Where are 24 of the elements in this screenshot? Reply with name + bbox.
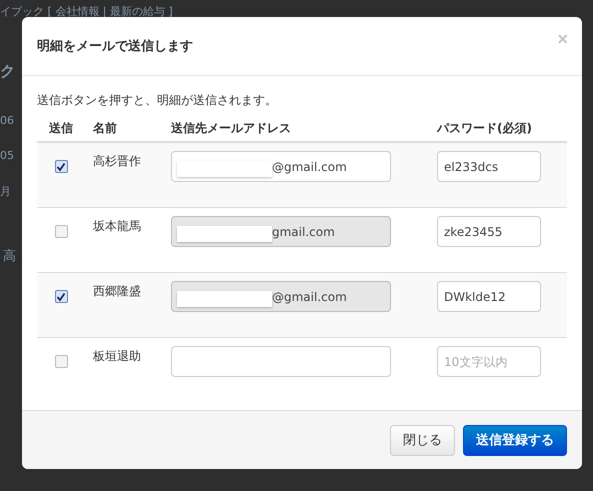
checkbox[interactable] bbox=[54, 160, 68, 173]
checkbox[interactable] bbox=[54, 355, 68, 368]
month-label: 05 bbox=[0, 149, 15, 162]
submit-button[interactable]: 送信登録する bbox=[463, 424, 567, 456]
checkbox[interactable] bbox=[54, 225, 68, 238]
checkbox[interactable] bbox=[54, 290, 68, 303]
name-text: 高杉晋作 bbox=[93, 153, 141, 170]
password-field[interactable]: 10文字以内 bbox=[437, 346, 541, 377]
password-field[interactable]: zke23455 bbox=[437, 216, 541, 247]
close-dialog-button[interactable]: 閉じる bbox=[390, 424, 455, 456]
email-field[interactable] bbox=[171, 346, 391, 377]
page-heading: ク bbox=[0, 62, 16, 82]
password-field[interactable]: DWklde12 bbox=[437, 281, 541, 312]
description-text: 送信ボタンを押すと、明細が送信されます。 bbox=[37, 92, 278, 109]
nav-links: イブック [ 会社情報 | 最新の給与 ] bbox=[0, 4, 173, 18]
month-label: 06 bbox=[0, 114, 15, 127]
name-text: 西郷隆盛 bbox=[93, 283, 141, 300]
password-field[interactable]: el233dcs bbox=[437, 151, 541, 182]
month-label: 月 bbox=[0, 184, 12, 199]
name-text: 坂本龍馬 bbox=[93, 218, 141, 235]
dialog-title: 明細をメールで送信します bbox=[37, 38, 193, 55]
table-cell-text: 高 bbox=[3, 248, 17, 265]
name-text: 板垣退助 bbox=[93, 348, 141, 365]
email-field[interactable]: @gmail.com bbox=[171, 151, 391, 182]
